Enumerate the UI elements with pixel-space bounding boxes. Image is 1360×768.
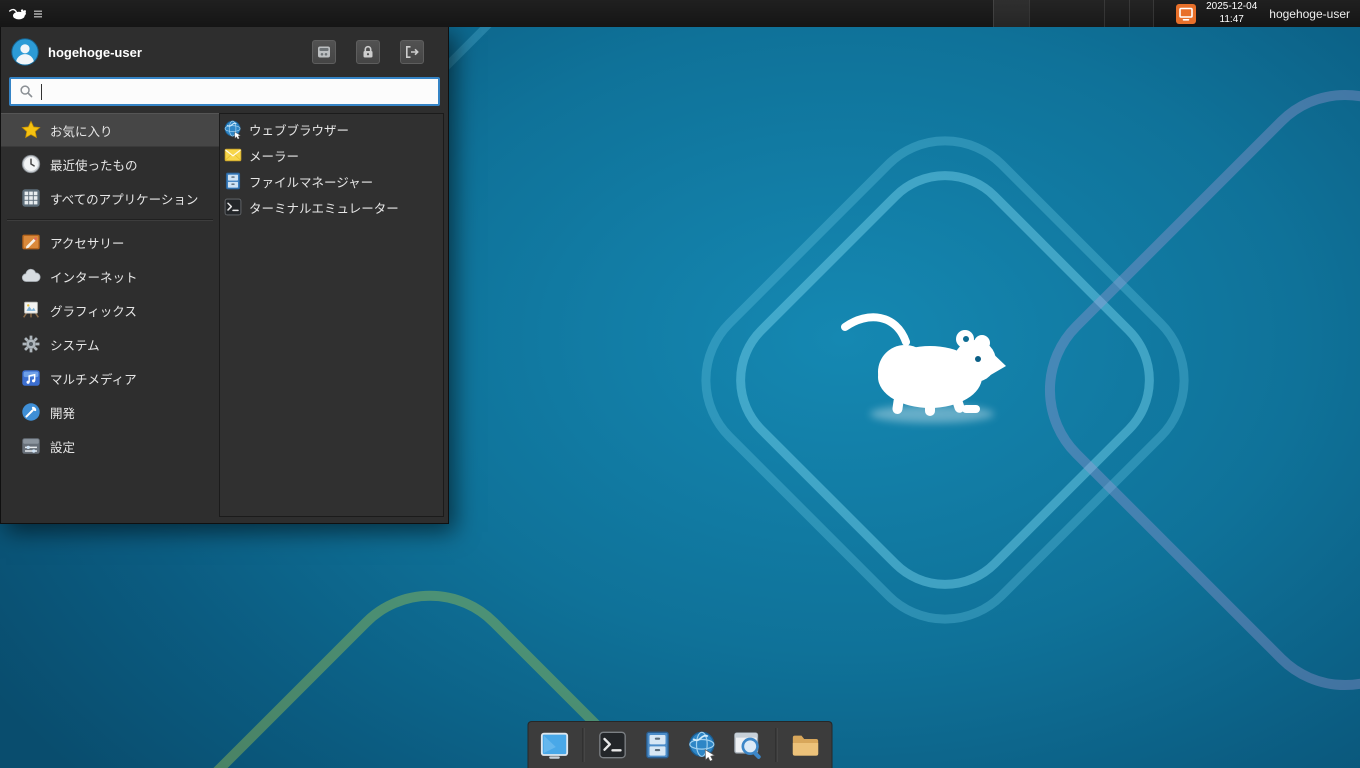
all-apps-grid-icon	[20, 187, 42, 209]
category-label: お気に入り	[50, 121, 113, 140]
workspace-4[interactable]	[1129, 0, 1154, 27]
multimedia-icon	[20, 367, 42, 389]
file-cabinet-icon	[223, 171, 243, 191]
web-browser-globe-icon	[223, 119, 243, 139]
menu-body: お気に入り 最近使ったもの すべてのアプリケーション アクセサリー	[1, 113, 448, 523]
app-label: ファイルマネージャー	[249, 172, 373, 191]
app-label: メーラー	[249, 146, 299, 165]
app-item-mailer[interactable]: メーラー	[220, 142, 443, 168]
category-label: アクセサリー	[50, 233, 124, 252]
logout-button[interactable]	[400, 40, 424, 64]
graphics-icon	[20, 299, 42, 321]
dock-button-file-manager[interactable]	[641, 728, 675, 762]
app-item-terminal[interactable]: ターミナルエミュレーター	[220, 194, 443, 220]
system-gear-icon	[20, 333, 42, 355]
terminal-icon	[597, 729, 629, 761]
logout-icon	[404, 44, 420, 60]
category-item-graphics[interactable]: グラフィックス	[1, 293, 219, 327]
search-row	[1, 77, 448, 113]
settings-sliders-icon	[20, 435, 42, 457]
workspace-2[interactable]	[1029, 0, 1104, 27]
menu-hamburger-icon	[33, 9, 43, 19]
app-label: ターミナルエミュレーター	[249, 198, 399, 217]
category-item-settings[interactable]: 設定	[1, 429, 219, 463]
category-label: 最近使ったもの	[50, 155, 138, 174]
app-item-file-manager[interactable]: ファイルマネージャー	[220, 168, 443, 194]
workspace-1[interactable]	[993, 0, 1029, 27]
category-item-accessories[interactable]: アクセサリー	[1, 225, 219, 259]
category-item-internet[interactable]: インターネット	[1, 259, 219, 293]
app-finder-icon	[732, 729, 764, 761]
category-label: インターネット	[50, 267, 138, 286]
history-clock-icon	[20, 153, 42, 175]
applications-menu-button[interactable]	[0, 0, 50, 27]
workspace-switcher	[993, 0, 1154, 27]
dock-separator	[583, 728, 585, 762]
category-item-all-applications[interactable]: すべてのアプリケーション	[1, 181, 219, 215]
category-item-development[interactable]: 開発	[1, 395, 219, 429]
search-box[interactable]	[9, 77, 440, 106]
top-panel: 2025-12-04 11:47 hogehoge-user	[0, 0, 1360, 27]
whisker-menu: hogehoge-user	[0, 27, 449, 524]
app-list: ウェブブラウザー メーラー ファイルマネージャー ターミナルエミュレーター	[219, 113, 444, 517]
category-label: マルチメディア	[50, 369, 137, 388]
lock-screen-button[interactable]	[356, 40, 380, 64]
settings-manager-button[interactable]	[312, 40, 336, 64]
web-browser-globe-icon	[687, 729, 719, 761]
dock-button-terminal[interactable]	[596, 728, 630, 762]
folder-icon	[790, 729, 822, 761]
mail-envelope-icon	[223, 145, 243, 165]
category-separator	[7, 219, 213, 221]
accessories-icon	[20, 231, 42, 253]
category-label: 設定	[50, 437, 75, 456]
development-icon	[20, 401, 42, 423]
menu-header: hogehoge-user	[1, 27, 448, 77]
user-avatar	[11, 38, 39, 66]
menu-header-buttons	[312, 40, 424, 64]
dock-button-show-desktop[interactable]	[538, 728, 572, 762]
category-item-favorites[interactable]: お気に入り	[1, 113, 219, 147]
lock-icon	[360, 44, 376, 60]
file-cabinet-icon	[642, 729, 674, 761]
show-desktop-icon	[539, 729, 571, 761]
category-list: お気に入り 最近使ったもの すべてのアプリケーション アクセサリー	[1, 113, 219, 523]
settings-icon	[316, 44, 332, 60]
dock-button-app-finder[interactable]	[731, 728, 765, 762]
text-caret	[41, 84, 42, 100]
workspace-3[interactable]	[1104, 0, 1129, 27]
clock[interactable]: 2025-12-04 11:47	[1206, 1, 1257, 26]
category-item-system[interactable]: システム	[1, 327, 219, 361]
category-item-recent[interactable]: 最近使ったもの	[1, 147, 219, 181]
dock-separator	[776, 728, 778, 762]
star-icon	[20, 119, 42, 141]
dock-button-folder[interactable]	[789, 728, 823, 762]
category-label: システム	[50, 335, 100, 354]
search-input[interactable]	[49, 84, 430, 99]
clock-date: 2025-12-04	[1206, 1, 1257, 14]
category-item-multimedia[interactable]: マルチメディア	[1, 361, 219, 395]
xfce-mouse-logo	[845, 317, 1006, 423]
app-label: ウェブブラウザー	[249, 120, 349, 139]
app-item-web-browser[interactable]: ウェブブラウザー	[220, 116, 443, 142]
tray-icon-button[interactable]	[1176, 4, 1196, 24]
search-icon	[19, 84, 34, 99]
category-label: 開発	[50, 403, 75, 422]
xfce-mouse-icon	[8, 6, 28, 21]
internet-cloud-icon	[20, 265, 42, 287]
panel-username[interactable]: hogehoge-user	[1269, 7, 1350, 21]
category-label: すべてのアプリケーション	[50, 189, 198, 208]
updater-tray-icon	[1176, 4, 1196, 24]
dock-button-web-browser[interactable]	[686, 728, 720, 762]
dock	[528, 721, 833, 768]
clock-time: 11:47	[1220, 14, 1244, 27]
menu-username: hogehoge-user	[48, 45, 142, 60]
terminal-icon	[223, 197, 243, 217]
category-label: グラフィックス	[50, 301, 137, 320]
